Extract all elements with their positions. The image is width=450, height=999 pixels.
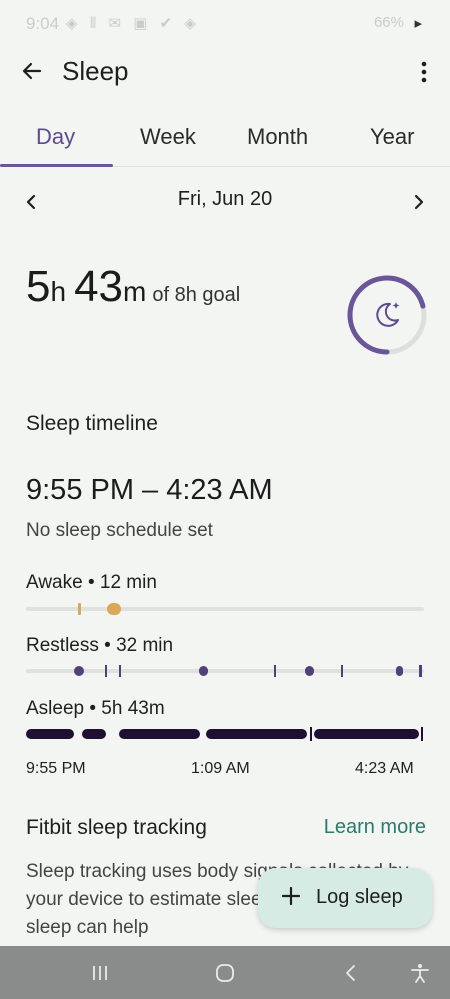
duration-minutes-unit: m bbox=[123, 276, 147, 307]
timeline-start-time: 9:55 PM bbox=[26, 760, 86, 777]
stage-asleep-track bbox=[26, 726, 424, 742]
chevron-right-icon[interactable] bbox=[410, 192, 428, 212]
sleep-goal: of 8h goal bbox=[152, 284, 241, 306]
more-vert-icon[interactable] bbox=[420, 61, 428, 83]
duration-minutes: 43 bbox=[74, 262, 124, 311]
signal-icon: ▸ bbox=[414, 15, 422, 32]
sleep-time-range: 9:55 PM – 4:23 AM bbox=[26, 474, 273, 506]
plus-icon bbox=[281, 886, 301, 906]
tab-week[interactable]: Week bbox=[140, 124, 196, 150]
timeline-axis: 9:55 PM 1:09 AM 4:23 AM bbox=[0, 760, 450, 782]
stage-restless-label: Restless • 32 min bbox=[26, 635, 174, 656]
sleep-duration: 5h 43m of 8h goal bbox=[26, 262, 240, 322]
sleep-timeline-title: Sleep timeline bbox=[26, 412, 158, 435]
stage-awake-track bbox=[26, 600, 424, 618]
stage-restless-track bbox=[26, 662, 424, 680]
timeline-end-time: 4:23 AM bbox=[355, 760, 414, 777]
recent-apps-icon[interactable] bbox=[89, 962, 111, 984]
status-bar: 9:04 ◈ ⦀ ✉ ▣ ✔ ◈ 66% ▸ bbox=[0, 0, 450, 46]
duration-hours-unit: h bbox=[50, 276, 67, 307]
home-icon[interactable] bbox=[214, 962, 236, 984]
stage-awake-label: Awake • 12 min bbox=[26, 572, 157, 593]
current-date: Fri, Jun 20 bbox=[177, 188, 273, 210]
learn-more-link[interactable]: Learn more bbox=[324, 816, 426, 839]
log-sleep-button[interactable]: Log sleep bbox=[258, 868, 432, 928]
active-tab-indicator bbox=[0, 164, 113, 167]
arrow-left-icon[interactable] bbox=[20, 59, 44, 83]
status-time: 9:04 bbox=[26, 14, 60, 33]
duration-hours: 5 bbox=[26, 262, 51, 311]
app-bar: Sleep bbox=[0, 46, 450, 102]
sleep-goal-ring bbox=[347, 275, 427, 355]
battery-level: 66% bbox=[373, 14, 404, 31]
tab-month[interactable]: Month bbox=[247, 124, 308, 150]
log-sleep-label: Log sleep bbox=[316, 886, 403, 908]
tab-day[interactable]: Day bbox=[36, 124, 75, 150]
sleep-schedule-status: No sleep schedule set bbox=[26, 520, 213, 541]
date-navigation: Fri, Jun 20 bbox=[0, 182, 450, 222]
back-nav-icon[interactable] bbox=[340, 962, 362, 984]
system-navigation-bar bbox=[0, 946, 450, 999]
period-tabs: Day Week Month Year bbox=[0, 112, 450, 168]
fitbit-tracking-title: Fitbit sleep tracking bbox=[26, 816, 207, 839]
status-notification-icons: ◈ ⦀ ✉ ▣ ✔ ◈ bbox=[66, 15, 200, 32]
timeline-mid-time: 1:09 AM bbox=[191, 760, 250, 777]
tab-year[interactable]: Year bbox=[370, 124, 414, 150]
accessibility-icon[interactable] bbox=[409, 962, 431, 984]
page-title: Sleep bbox=[62, 56, 129, 86]
stage-asleep-label: Asleep • 5h 43m bbox=[26, 698, 165, 719]
moon-icon bbox=[376, 302, 400, 327]
